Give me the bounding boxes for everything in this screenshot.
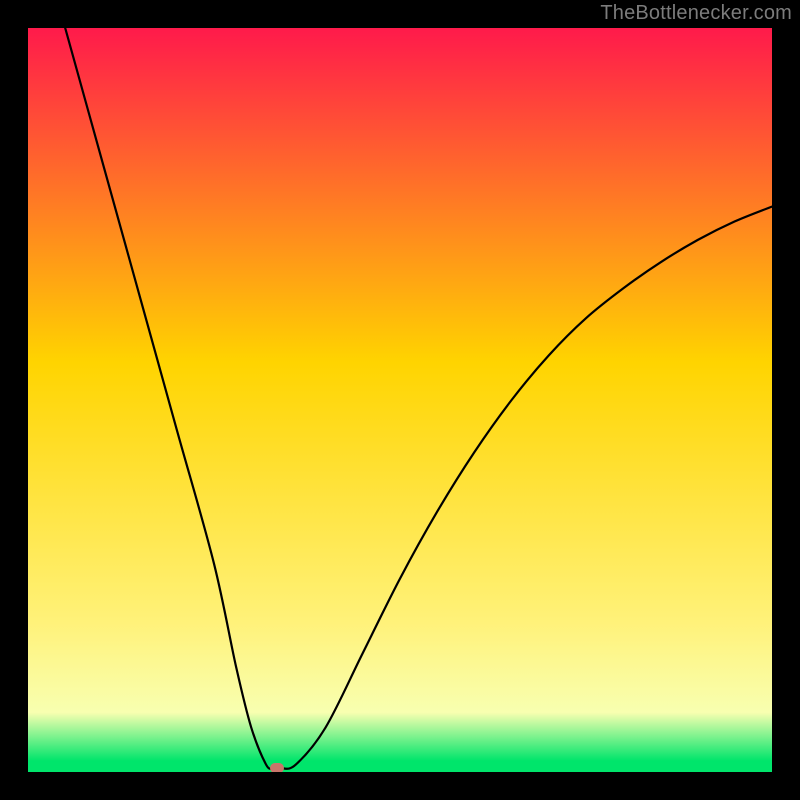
chart-stage: TheBottlenecker.com	[0, 0, 800, 800]
watermark-text: TheBottlenecker.com	[600, 2, 792, 25]
plot-frame	[28, 28, 772, 772]
optimal-point-marker	[270, 763, 284, 772]
heat-gradient	[28, 28, 772, 772]
